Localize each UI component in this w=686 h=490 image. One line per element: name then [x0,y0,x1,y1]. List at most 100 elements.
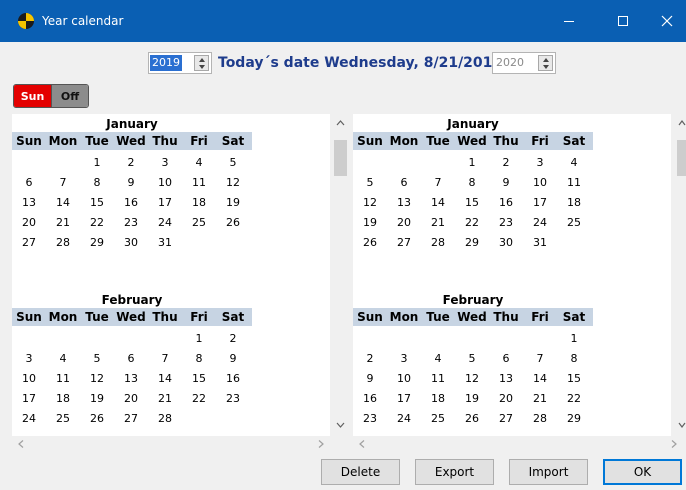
spin-down-icon[interactable] [543,65,549,69]
day-cell[interactable]: 2 [216,330,250,348]
day-cell[interactable]: 13 [12,194,46,212]
compare-year-spinner-value[interactable]: 2020 [494,55,526,71]
day-cell[interactable]: 12 [455,370,489,388]
import-button[interactable]: Import [509,459,588,485]
day-cell[interactable]: 15 [182,370,216,388]
scroll-right-icon[interactable] [667,436,681,452]
day-cell[interactable]: 8 [557,350,591,368]
day-cell[interactable]: 7 [421,174,455,192]
compare-year-spinner[interactable]: 2020 [492,52,556,74]
day-cell[interactable]: 19 [455,390,489,408]
day-cell[interactable]: 26 [216,214,250,232]
year-spinner-value[interactable]: 2019 [150,55,182,71]
day-cell[interactable]: 10 [387,370,421,388]
day-cell[interactable]: 10 [523,174,557,192]
spin-up-icon[interactable] [199,58,205,62]
maximize-button[interactable] [601,0,645,42]
day-cell[interactable]: 24 [387,410,421,428]
day-cell[interactable]: 27 [114,410,148,428]
day-cell[interactable]: 29 [455,234,489,252]
day-cell[interactable]: 4 [182,154,216,172]
day-cell[interactable]: 1 [80,154,114,172]
day-cell[interactable]: 30 [489,234,523,252]
day-cell[interactable]: 20 [387,214,421,232]
day-cell[interactable]: 11 [46,370,80,388]
sun-toggle-off[interactable]: Off [50,85,88,107]
day-cell[interactable]: 8 [455,174,489,192]
compare-year-spinner-buttons[interactable] [538,55,553,71]
day-cell[interactable]: 1 [455,154,489,172]
day-cell[interactable]: 2 [114,154,148,172]
minimize-button[interactable] [547,0,591,42]
vertical-scrollbar-right[interactable] [676,114,686,436]
day-cell[interactable]: 26 [353,234,387,252]
close-button[interactable] [645,0,686,42]
day-cell[interactable]: 1 [557,330,591,348]
day-cell[interactable]: 28 [523,410,557,428]
year-spinner[interactable]: 2019 [148,52,212,74]
day-cell[interactable]: 24 [12,410,46,428]
day-cell[interactable]: 25 [421,410,455,428]
day-cell[interactable]: 29 [80,234,114,252]
day-cell[interactable]: 20 [12,214,46,232]
day-cell[interactable]: 5 [353,174,387,192]
day-cell[interactable]: 17 [387,390,421,408]
day-cell[interactable]: 9 [216,350,250,368]
day-cell[interactable]: 23 [216,390,250,408]
day-cell[interactable]: 15 [80,194,114,212]
export-button[interactable]: Export [415,459,494,485]
day-cell[interactable]: 22 [557,390,591,408]
day-cell[interactable]: 1 [182,330,216,348]
scroll-right-icon[interactable] [314,436,328,452]
day-cell[interactable]: 14 [421,194,455,212]
day-cell[interactable]: 19 [216,194,250,212]
day-cell[interactable]: 13 [387,194,421,212]
day-cell[interactable]: 25 [557,214,591,232]
day-cell[interactable]: 9 [489,174,523,192]
day-cell[interactable]: 22 [182,390,216,408]
day-cell[interactable]: 7 [148,350,182,368]
ok-button[interactable]: OK [603,459,682,485]
day-cell[interactable]: 2 [353,350,387,368]
sun-toggle[interactable]: Sun Off [13,84,89,108]
day-cell[interactable]: 26 [455,410,489,428]
day-cell[interactable]: 4 [557,154,591,172]
day-cell[interactable]: 26 [80,410,114,428]
day-cell[interactable]: 20 [114,390,148,408]
day-cell[interactable]: 14 [46,194,80,212]
scroll-thumb[interactable] [677,140,686,176]
day-cell[interactable]: 21 [523,390,557,408]
spin-down-icon[interactable] [199,65,205,69]
spin-up-icon[interactable] [543,58,549,62]
day-cell[interactable]: 6 [387,174,421,192]
day-cell[interactable]: 4 [46,350,80,368]
day-cell[interactable]: 16 [216,370,250,388]
day-cell[interactable]: 7 [46,174,80,192]
day-cell[interactable]: 19 [353,214,387,232]
day-cell[interactable]: 8 [80,174,114,192]
horizontal-scrollbar-left[interactable] [12,436,330,452]
day-cell[interactable]: 22 [80,214,114,232]
day-cell[interactable]: 3 [387,350,421,368]
scroll-down-icon[interactable] [676,418,686,432]
day-cell[interactable]: 24 [148,214,182,232]
day-cell[interactable]: 8 [182,350,216,368]
day-cell[interactable]: 15 [557,370,591,388]
scroll-down-icon[interactable] [332,418,349,432]
sun-toggle-on[interactable]: Sun [14,85,51,107]
day-cell[interactable]: 5 [216,154,250,172]
day-cell[interactable]: 4 [421,350,455,368]
day-cell[interactable]: 18 [182,194,216,212]
day-cell[interactable]: 17 [12,390,46,408]
day-cell[interactable]: 12 [80,370,114,388]
day-cell[interactable]: 13 [489,370,523,388]
day-cell[interactable]: 21 [421,214,455,232]
day-cell[interactable]: 5 [455,350,489,368]
day-cell[interactable]: 10 [12,370,46,388]
day-cell[interactable]: 27 [12,234,46,252]
horizontal-scrollbar-right[interactable] [353,436,686,452]
day-cell[interactable]: 18 [557,194,591,212]
day-cell[interactable]: 6 [489,350,523,368]
scroll-up-icon[interactable] [332,116,349,130]
day-cell[interactable]: 23 [353,410,387,428]
